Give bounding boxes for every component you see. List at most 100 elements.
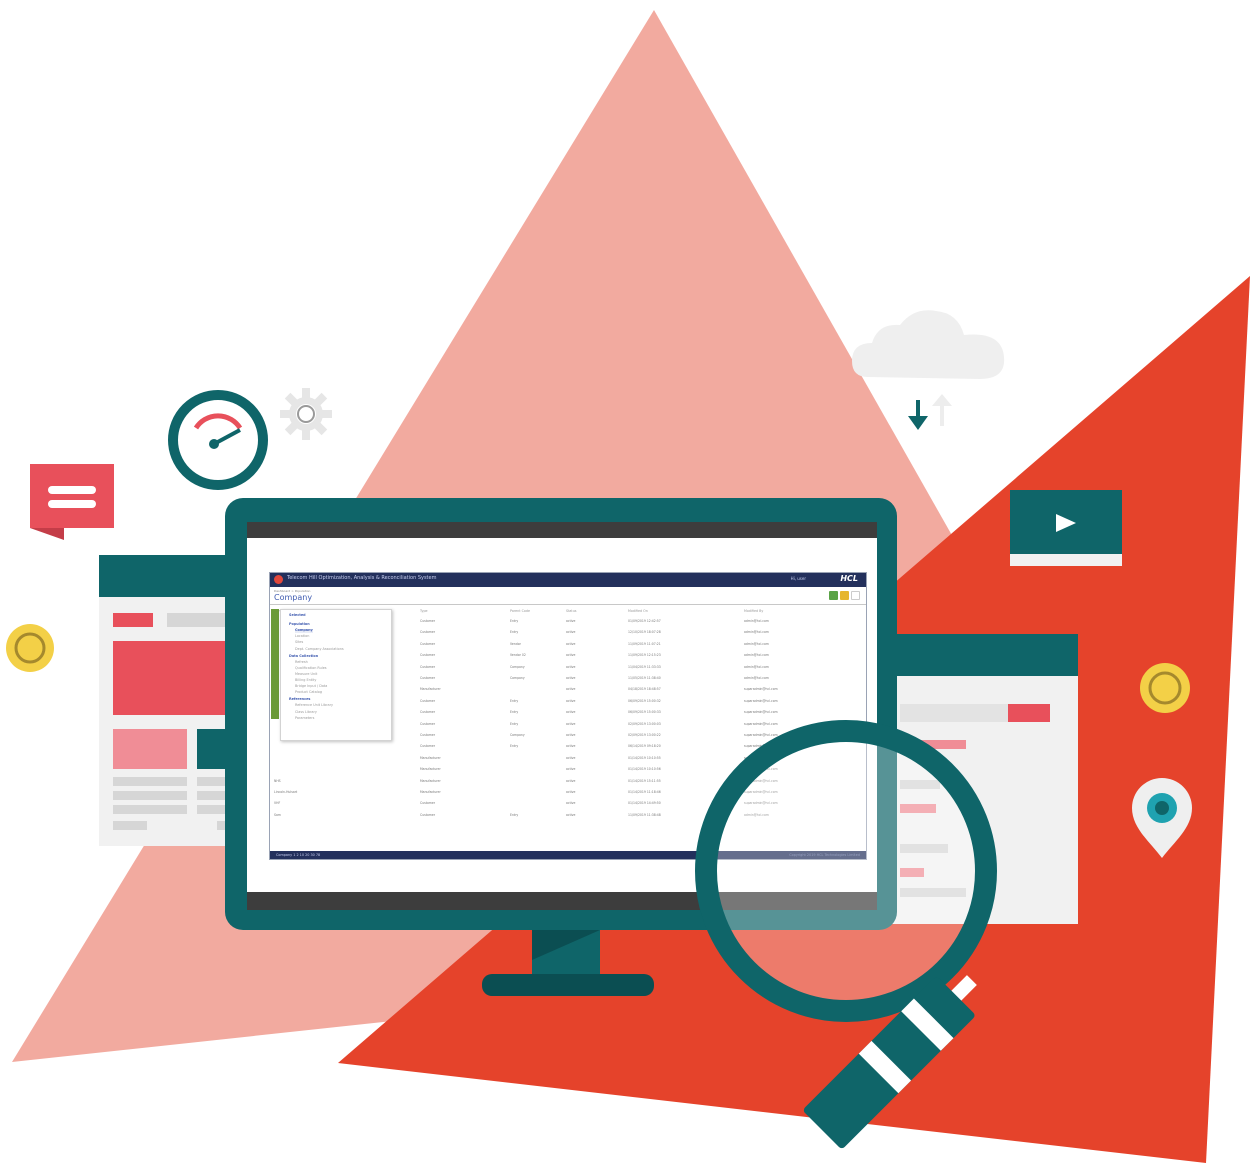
table-cell: 04/18/2019 18:48:57 bbox=[628, 687, 661, 692]
table-header-cell[interactable]: Type bbox=[420, 609, 428, 613]
menu-heading: Selected bbox=[289, 613, 306, 617]
menu-item[interactable]: Refresh bbox=[295, 660, 308, 664]
table-cell: suparadmin@hcl.com bbox=[744, 767, 778, 772]
table-cell: active bbox=[566, 733, 576, 737]
table-cell: Manufacturer bbox=[420, 778, 441, 783]
table-header-cell[interactable]: Modified By bbox=[744, 609, 763, 613]
table-cell: 01/14/2019 10:10:56 bbox=[628, 767, 661, 772]
help-button[interactable] bbox=[851, 591, 860, 600]
user-menu[interactable]: Hi, user bbox=[791, 576, 806, 581]
table-cell: 02/09/2019 13:00:03 bbox=[628, 721, 661, 726]
table-header-cell[interactable]: Parent Code bbox=[510, 609, 530, 613]
table-cell: suparadmin@hcl.com bbox=[744, 801, 778, 806]
table-cell: Customer bbox=[420, 619, 436, 623]
table-cell: active bbox=[566, 801, 576, 806]
table-header-cell[interactable]: Modified On bbox=[628, 609, 648, 613]
table-cell: admin@hcl.com bbox=[744, 812, 769, 817]
table-cell: Manufacturer bbox=[420, 687, 441, 692]
table-cell: 02/09/2019 13:00:22 bbox=[628, 733, 661, 737]
table-cell: 01/14/2019 14:49:50 bbox=[628, 801, 661, 806]
upload-arrow-icon bbox=[940, 404, 944, 426]
table-cell: Customer bbox=[420, 664, 436, 669]
table-cell: Manufacturer bbox=[420, 755, 441, 760]
play-icon[interactable] bbox=[1054, 512, 1078, 534]
navigation-dropdown: Selected Population Company Location Sites De… bbox=[280, 609, 392, 741]
table-cell: Lincoln-Hulsart bbox=[274, 790, 298, 794]
table-cell: Entry bbox=[510, 698, 519, 703]
table-header-cell[interactable]: Status bbox=[566, 609, 577, 613]
table-cell: admin@hcl.com bbox=[744, 676, 769, 680]
coin-icon bbox=[1140, 663, 1190, 713]
table-cell: active bbox=[566, 721, 576, 726]
location-pin-icon bbox=[1132, 778, 1192, 858]
table-cell: suparadmin@hcl.com bbox=[744, 755, 778, 760]
table-cell: active bbox=[566, 744, 576, 749]
table-cell: Company bbox=[510, 733, 525, 737]
table-cell: Customer bbox=[420, 744, 436, 749]
table-cell: 06/14/2019 09:18:20 bbox=[628, 744, 661, 749]
menu-item[interactable]: Measure Unit bbox=[295, 672, 317, 676]
table-cell: 01/14/2019 10:10:55 bbox=[628, 755, 661, 760]
table-cell: Sam bbox=[274, 812, 281, 817]
table-cell: Company bbox=[510, 664, 525, 669]
table-cell: Entry bbox=[510, 744, 519, 749]
table-cell: Manufacturer bbox=[420, 767, 441, 772]
table-cell: Manufacturer bbox=[420, 790, 441, 794]
menu-item[interactable]: Parameters bbox=[295, 716, 314, 720]
menu-section-population[interactable]: Population bbox=[289, 622, 310, 626]
table-cell: Entry bbox=[510, 721, 519, 726]
menu-item[interactable]: Company bbox=[295, 628, 313, 633]
vertical-tabs[interactable] bbox=[271, 609, 279, 719]
menu-item[interactable]: Product Catalog bbox=[295, 690, 322, 694]
table-cell: active bbox=[566, 812, 576, 817]
table-cell: Customer bbox=[420, 641, 436, 646]
table-cell: 11/09/2019 11:38:48 bbox=[628, 812, 661, 817]
table-cell: suparadmin@hcl.com bbox=[744, 721, 778, 726]
copyright-text: Copyright 2019 HCL Technologies Limited bbox=[789, 853, 860, 857]
table-cell: Customer bbox=[420, 630, 436, 635]
table-cell: 11/09/2019 11:07:21 bbox=[628, 641, 661, 646]
table-cell: Vendor 02 bbox=[510, 653, 526, 658]
brand-logo: HCL bbox=[840, 574, 858, 583]
menu-item[interactable]: Bridge Input / Data bbox=[295, 684, 327, 688]
card-thumbnail bbox=[113, 729, 187, 769]
pagination[interactable]: Company 1 2 10 20 30 78 bbox=[276, 853, 320, 857]
menu-item[interactable]: Qualification Rules bbox=[295, 666, 327, 670]
menu-item[interactable]: Reference Unit Library bbox=[295, 703, 333, 707]
table-cell: active bbox=[566, 778, 576, 783]
table-cell: 01/09/2019 12:42:57 bbox=[628, 619, 661, 623]
table-cell: active bbox=[566, 630, 576, 635]
edit-button[interactable] bbox=[840, 591, 849, 600]
table-cell: suparadmin@hcl.com bbox=[744, 744, 778, 749]
table-cell: Customer bbox=[420, 653, 436, 658]
menu-section-data-collection[interactable]: Data Collection bbox=[289, 654, 318, 658]
table-cell: 11/04/2019 11:33:33 bbox=[628, 664, 661, 669]
menu-item[interactable]: Class Library bbox=[295, 710, 317, 714]
table-cell: admin@hcl.com bbox=[744, 641, 769, 646]
app-footer: Company 1 2 10 20 30 78 Copyright 2019 H… bbox=[270, 851, 866, 859]
table-cell: Vendor bbox=[510, 641, 521, 646]
menu-item[interactable]: Billing Entity bbox=[295, 678, 316, 682]
table-cell: admin@hcl.com bbox=[744, 664, 769, 669]
table-cell: 11/05/2019 11:38:40 bbox=[628, 676, 661, 680]
table-cell: active bbox=[566, 619, 576, 623]
table-cell: 12/10/2019 18:07:28 bbox=[628, 630, 661, 635]
coin-icon bbox=[6, 624, 54, 672]
chat-bubble-icon bbox=[30, 464, 114, 540]
table-cell: Customer bbox=[420, 733, 436, 737]
app-logo-icon bbox=[274, 575, 283, 584]
table-cell: Company bbox=[510, 676, 525, 680]
add-button[interactable] bbox=[829, 591, 838, 600]
table-cell: 11/09/2019 12:15:23 bbox=[628, 653, 661, 658]
card-tag bbox=[1008, 704, 1050, 722]
menu-item[interactable]: Location bbox=[295, 634, 309, 638]
table-cell: active bbox=[566, 698, 576, 703]
app-window: Telecom Hill Optimization, Analysis & Re… bbox=[269, 572, 867, 860]
menu-item[interactable]: Dept. Company Associations bbox=[295, 647, 344, 651]
menu-section-references[interactable]: References bbox=[289, 697, 310, 701]
menu-item[interactable]: Sites bbox=[295, 640, 303, 644]
table-cell: Customer bbox=[420, 676, 436, 680]
table-cell: admin@hcl.com bbox=[744, 653, 769, 658]
table-cell: 06/09/2019 15:00:32 bbox=[628, 698, 661, 703]
table-cell: Customer bbox=[420, 698, 436, 703]
